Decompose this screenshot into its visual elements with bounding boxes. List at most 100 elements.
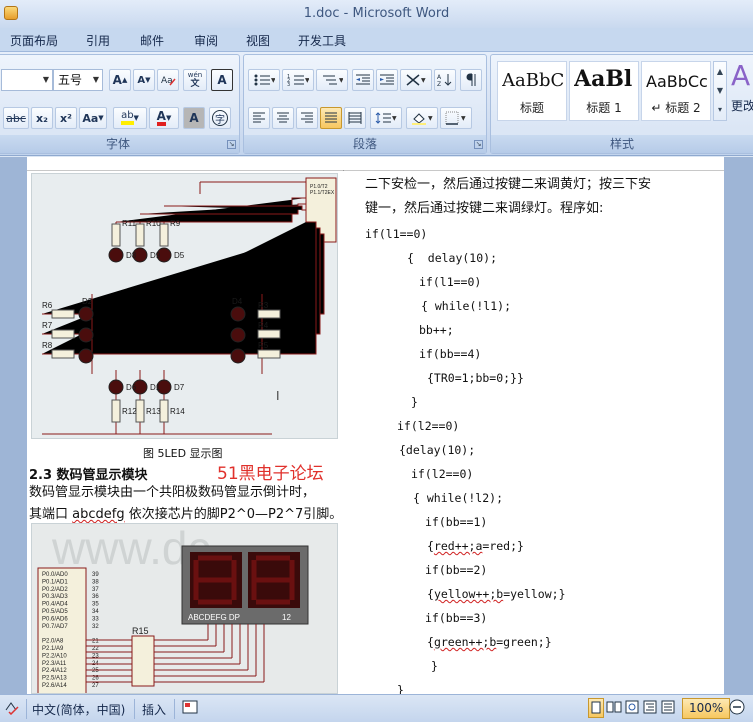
document-page[interactable]: R11 R10 R9 D8 D9 D5 D2 R6 R7 R8 D4 R3 R4 R5 D6 D1 D7… xyxy=(27,157,724,697)
align-center-icon[interactable] xyxy=(272,107,294,129)
change-case-button[interactable]: Aa ▼ xyxy=(79,107,107,129)
sort-icon[interactable]: AZ xyxy=(434,69,456,91)
port-label: P0.4/AD4 xyxy=(42,602,68,608)
align-right-icon[interactable] xyxy=(296,107,318,129)
svg-text:▼: ▼ xyxy=(339,77,343,84)
tab-page-layout[interactable]: 页面布局 xyxy=(10,32,58,49)
pin-number: 37 xyxy=(92,587,99,593)
grow-font-button[interactable]: A ▲ xyxy=(109,69,131,91)
multilevel-list-icon[interactable]: ▼ xyxy=(316,69,348,91)
show-marks-icon[interactable] xyxy=(460,69,482,91)
shading-icon[interactable]: ▼ xyxy=(406,107,438,129)
spellcheck-icon[interactable] xyxy=(4,699,20,718)
highlight-button[interactable]: ab ▼ xyxy=(113,107,147,129)
pin-number: 32 xyxy=(92,624,99,630)
phonetic-guide-button[interactable]: wén 文 xyxy=(183,69,207,91)
code-line: if(bb==1) xyxy=(425,515,488,529)
borders-icon[interactable]: ▼ xyxy=(440,107,472,129)
style-tile-heading2[interactable]: AaBbCc ↵ 标题 2 xyxy=(641,61,711,121)
font-dialog-launcher-icon[interactable]: ↘ xyxy=(227,140,236,149)
paragraph-dialog-launcher-icon[interactable]: ↘ xyxy=(474,140,483,149)
code-line: if(bb==2) xyxy=(425,563,488,577)
svg-text:D6: D6 xyxy=(126,383,137,392)
svg-text:P1.1/T2EX: P1.1/T2EX xyxy=(310,190,335,196)
increase-indent-icon[interactable] xyxy=(376,69,398,91)
shrink-font-button[interactable]: A ▼ xyxy=(133,69,155,91)
tab-view[interactable]: 视图 xyxy=(246,32,270,49)
web-layout-icon[interactable] xyxy=(624,699,640,718)
char-shading-button[interactable]: A xyxy=(183,107,205,129)
enclose-char-button[interactable]: 字 xyxy=(209,107,231,129)
numbering-icon[interactable]: 1 2 3 ▼ xyxy=(282,69,314,91)
port-label: P0.3/AD3 xyxy=(42,594,68,600)
figure-caption: 图 5LED 显示图 xyxy=(143,447,223,460)
language-indicator[interactable]: 中文(简体，中国) xyxy=(32,701,125,718)
port-label: P2.6/A14 xyxy=(42,683,67,689)
font-color-button[interactable]: A ▼ xyxy=(149,107,179,129)
port-label: P0.7/AD7 xyxy=(42,624,68,630)
bullets-icon[interactable]: ▼ xyxy=(248,69,280,91)
chinese-layout-icon[interactable]: ▼ xyxy=(400,69,432,91)
svg-text:Z: Z xyxy=(437,81,441,87)
char-border-button[interactable]: A xyxy=(211,69,233,91)
title-bar: 1.doc - Microsoft Word xyxy=(0,0,753,28)
outline-view-icon[interactable] xyxy=(642,699,658,718)
strikethrough-button[interactable]: abc xyxy=(3,107,29,129)
styles-group-label: 样式 xyxy=(491,135,753,153)
svg-text:▼: ▼ xyxy=(428,115,433,122)
tab-developer[interactable]: 开发工具 xyxy=(298,32,346,49)
body-line-2-text: 其端口 abcdefg 依次接芯片的脚P2^0—P2^7引脚。 xyxy=(29,507,343,522)
justify-icon[interactable] xyxy=(320,107,342,129)
subscript-button[interactable]: x₂ xyxy=(31,107,53,129)
superscript-button[interactable]: x² xyxy=(55,107,77,129)
change-styles-icon[interactable]: A xyxy=(731,59,750,92)
tab-mailings[interactable]: 邮件 xyxy=(140,32,164,49)
svg-text:R6: R6 xyxy=(42,301,53,310)
pin-number: 33 xyxy=(92,616,99,622)
svg-text:R13: R13 xyxy=(146,407,161,416)
macro-record-icon[interactable] xyxy=(182,699,198,718)
svg-text:R11: R11 xyxy=(122,219,137,228)
code-line: if(l2==0) xyxy=(411,467,474,481)
svg-text:R5: R5 xyxy=(258,341,269,350)
insert-mode[interactable]: 插入 xyxy=(142,701,166,718)
pin-number: 22 xyxy=(92,646,99,652)
line-spacing-icon[interactable]: ▼ xyxy=(370,107,402,129)
port-label: P2.0/A8 xyxy=(42,639,64,645)
margin-guide xyxy=(343,170,344,171)
code-line: } xyxy=(411,395,418,409)
align-left-icon[interactable] xyxy=(248,107,270,129)
seg-pin-label: ABCDEFG DP xyxy=(188,613,240,622)
zoom-level[interactable]: 100% xyxy=(682,698,731,719)
font-name-combo[interactable]: ▼ xyxy=(1,69,53,91)
clear-format-icon[interactable]: Aa xyxy=(157,69,179,91)
svg-text:D7: D7 xyxy=(174,383,185,392)
led-schematic-image: R11 R10 R9 D8 D9 D5 D2 R6 R7 R8 D4 R3 R4 R5 D6 D1 D7… xyxy=(31,173,338,439)
tab-review[interactable]: 审阅 xyxy=(194,32,218,49)
pin-number: 27 xyxy=(92,683,99,689)
styles-scroll[interactable]: ▲ ▼ ▾ xyxy=(713,61,727,121)
font-size-combo[interactable]: 五号 ▼ xyxy=(53,69,103,91)
style-tile-title[interactable]: AaBbC 标题 xyxy=(497,61,567,121)
svg-text:▼: ▼ xyxy=(461,115,466,122)
document-area: R11 R10 R9 D8 D9 D5 D2 R6 R7 R8 D4 R3 R4 R5 D6 D1 D7… xyxy=(0,157,753,697)
distributed-icon[interactable] xyxy=(344,107,366,129)
svg-text:R8: R8 xyxy=(42,341,53,350)
full-screen-reading-icon[interactable] xyxy=(606,699,622,718)
print-layout-view-icon[interactable] xyxy=(588,698,604,718)
svg-text:R4: R4 xyxy=(258,321,269,330)
style-tile-heading1[interactable]: AaBl 标题 1 xyxy=(569,61,639,121)
decrease-indent-icon[interactable] xyxy=(352,69,374,91)
draft-view-icon[interactable] xyxy=(660,699,676,718)
code-line: {green++;b=green;} xyxy=(427,635,552,649)
port-label: P0.5/AD5 xyxy=(42,609,68,615)
tab-references[interactable]: 引用 xyxy=(86,32,110,49)
change-styles-label[interactable]: 更改 xyxy=(731,97,753,114)
port-label: P0.1/AD1 xyxy=(42,579,68,585)
code-line: if(l2==0) xyxy=(397,419,460,433)
svg-text:R3: R3 xyxy=(258,301,269,310)
port-label: P2.3/A11 xyxy=(42,661,67,667)
zoom-out-icon[interactable] xyxy=(728,698,746,719)
body-line-1: 数码管显示模块由一个共阳极数码管显示倒计时， xyxy=(29,485,316,500)
port-label: P2.2/A10 xyxy=(42,653,67,659)
